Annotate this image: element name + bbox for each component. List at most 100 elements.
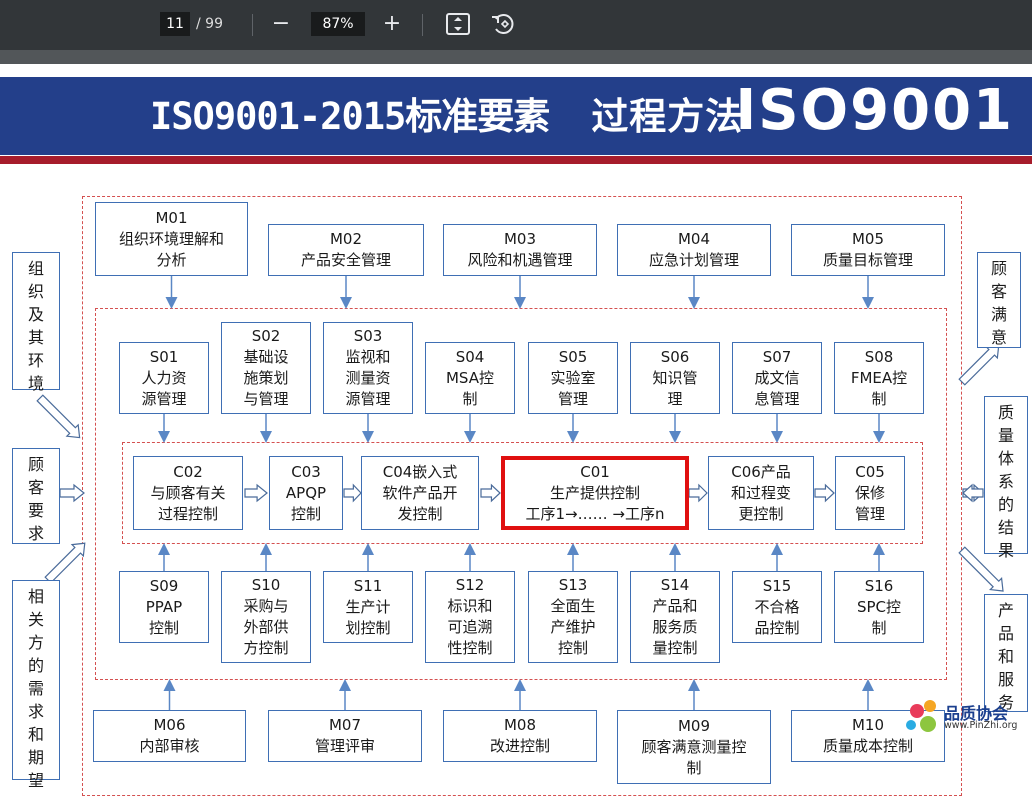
pinzhi-logo: 品质协会 www.PinZhi.org (906, 700, 1030, 736)
process-box-s16: S16 SPC控 制 (834, 571, 924, 643)
logo-dot-icon (910, 704, 924, 718)
vertical-char: 顾 (990, 259, 1007, 278)
process-box-s04: S04 MSA控 制 (425, 342, 515, 414)
process-box-m06: M06 内部审核 (93, 710, 246, 762)
process-label: 与顾客有关 过程控制 (150, 483, 226, 523)
hollow-arrow-icon (814, 483, 835, 503)
process-label: 生产提供控制 工序1→…… →工序n (525, 483, 665, 523)
process-box-m05: M05 质量目标管理 (791, 224, 945, 276)
output-box-0: 顾客满意 (977, 252, 1021, 348)
vertical-char: 产 (997, 601, 1014, 620)
process-label: 监视和 测量资 源管理 (345, 348, 391, 408)
process-box-c05: C05 保修 管理 (835, 456, 905, 530)
process-label: 风险和机遇管理 (467, 251, 573, 269)
process-code: M09 (677, 716, 711, 735)
vertical-char: 组 (27, 259, 44, 278)
process-code: C05 (855, 462, 885, 481)
vertical-char: 织 (27, 282, 44, 301)
process-code: S16 (864, 576, 894, 595)
vertical-char: 其 (27, 328, 44, 347)
process-code: S04 (455, 347, 485, 366)
process-code: S13 (558, 576, 588, 594)
process-code: S05 (558, 347, 588, 366)
process-label: 质量目标管理 (822, 251, 913, 269)
vertical-char: 和 (997, 647, 1014, 666)
process-code: C04嵌入式 (382, 462, 458, 481)
process-label: 顾客满意测量控 制 (641, 737, 747, 777)
process-label: 保修 管理 (854, 483, 885, 523)
process-label: 产品安全管理 (300, 251, 391, 269)
process-box-c04: C04嵌入式软件产品开 发控制 (361, 456, 479, 530)
process-label: 采购与 外部供 方控制 (243, 597, 289, 657)
input-box-2: 相关方的需求和期望 (12, 580, 60, 790)
process-code: S01 (149, 347, 179, 366)
process-code: M10 (851, 716, 885, 734)
process-code: M07 (328, 716, 362, 734)
process-label: 生产计 划控制 (345, 597, 391, 637)
vertical-char: 境 (27, 374, 44, 393)
process-code: S08 (864, 347, 894, 366)
vertical-char: 果 (997, 541, 1014, 560)
vertical-char: 顾 (27, 455, 44, 474)
vertical-char: 期 (27, 748, 44, 767)
process-code: C06产品 (731, 462, 791, 481)
process-box-c02: C02 与顾客有关 过程控制 (133, 456, 243, 530)
process-label: 应急计划管理 (648, 251, 739, 269)
process-label: 基础设 施策划 与管理 (243, 348, 289, 408)
input-box-1: 顾客要求 (12, 448, 60, 544)
process-code: M08 (503, 716, 537, 734)
process-label: SPC控 制 (856, 597, 902, 637)
process-box-s02: S02 基础设 施策划 与管理 (221, 322, 311, 414)
hollow-arrow-icon (343, 483, 362, 503)
vertical-char: 要 (27, 501, 44, 520)
process-label: 软件产品开 发控制 (382, 483, 458, 523)
vertical-char: 方 (27, 633, 44, 652)
process-box-m01: M01 组织环境理解和 分析 (95, 202, 248, 276)
process-code: M06 (153, 716, 186, 734)
process-label: 全面生 产维护 控制 (550, 597, 596, 657)
hollow-arrow-icon (962, 483, 984, 503)
process-box-m04: M04 应急计划管理 (617, 224, 771, 276)
process-code: S03 (353, 327, 383, 345)
hollow-arrow-icon (480, 483, 501, 503)
output-box-1: 质量体系的结果 (984, 396, 1028, 560)
vertical-char: 客 (990, 282, 1007, 301)
process-label: FMEA控 制 (850, 368, 908, 408)
process-box-m08: M08 改进控制 (443, 710, 597, 762)
process-box-s05: S05 实验室 管理 (528, 342, 618, 414)
process-label: 产品和 服务质 量控制 (652, 597, 698, 657)
output-box-2: 产品和服务 (984, 594, 1028, 712)
process-code: S11 (353, 576, 383, 595)
vertical-char: 需 (27, 679, 44, 698)
process-code: M04 (677, 230, 711, 248)
process-box-m03: M03 风险和机遇管理 (443, 224, 597, 276)
process-box-s09: S09 PPAP 控制 (119, 571, 209, 643)
process-label: 成文信 息管理 (754, 368, 800, 408)
process-box-s03: S03 监视和 测量资 源管理 (323, 322, 413, 414)
vertical-char: 系 (997, 472, 1014, 491)
process-box-s08: S08 FMEA控 制 (834, 342, 924, 414)
process-code: M02 (329, 230, 363, 248)
process-box-s10: S10 采购与 外部供 方控制 (221, 571, 311, 663)
process-label: 人力资 源管理 (141, 368, 187, 408)
vertical-char: 体 (997, 449, 1014, 468)
process-label: 质量成本控制 (822, 737, 913, 755)
vertical-char: 及 (27, 305, 44, 324)
process-code: S09 (149, 576, 179, 595)
process-code: C02 (173, 462, 203, 481)
process-label: 标识和 可追溯 性控制 (447, 597, 493, 657)
vertical-char: 求 (27, 524, 44, 543)
process-label: 实验室 管理 (550, 368, 596, 408)
vertical-char: 结 (997, 518, 1014, 537)
process-box-m02: M02 产品安全管理 (268, 224, 424, 276)
vertical-char: 客 (27, 478, 44, 497)
process-code: M01 (155, 208, 188, 227)
input-box-0: 组织及其环境 (12, 252, 60, 393)
process-box-s14: S14 产品和 服务质 量控制 (630, 571, 720, 663)
vertical-char: 的 (997, 495, 1014, 514)
logo-url: www.PinZhi.org (944, 720, 1018, 731)
vertical-char: 的 (27, 656, 44, 675)
process-box-s11: S11 生产计 划控制 (323, 571, 413, 643)
process-label: APQP 控制 (285, 483, 327, 523)
vertical-char: 相 (27, 587, 44, 606)
